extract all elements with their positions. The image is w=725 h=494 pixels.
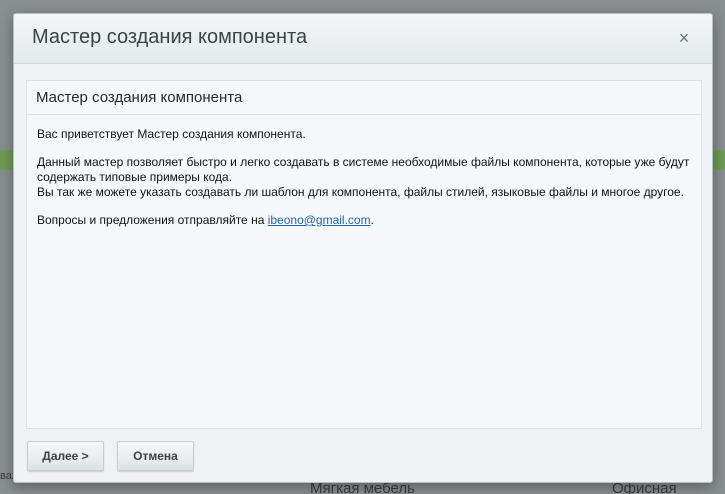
dialog-footer: Далее > Отмена [14, 434, 712, 482]
description-line-1: Данный мастер позволяет быстро и легко с… [37, 155, 690, 184]
close-icon[interactable]: × [676, 29, 692, 47]
dialog-header: Мастер создания компонента × [14, 14, 712, 64]
contact-email-link[interactable]: ibeono@gmail.com [268, 213, 371, 227]
contact-text: Вопросы и предложения отправляйте на ibe… [37, 213, 691, 228]
contact-prefix: Вопросы и предложения отправляйте на [37, 213, 268, 227]
greeting-text: Вас приветствует Мастер создания компоне… [37, 127, 306, 141]
component-wizard-dialog: Мастер создания компонента × Мастер созд… [13, 13, 713, 483]
cancel-button[interactable]: Отмена [117, 441, 194, 471]
contact-suffix: . [370, 213, 374, 227]
next-button[interactable]: Далее > [27, 441, 104, 471]
panel-heading: Мастер создания компонента [27, 81, 701, 115]
dialog-title: Мастер создания компонента [32, 26, 308, 48]
panel-content: Вас приветствует Мастер создания компоне… [27, 115, 701, 253]
description-line-2: Вы так же можете указать создавать ли ша… [37, 185, 684, 199]
wizard-panel: Мастер создания компонента Вас приветств… [26, 80, 702, 429]
description-text: Данный мастер позволяет быстро и легко с… [37, 155, 691, 200]
